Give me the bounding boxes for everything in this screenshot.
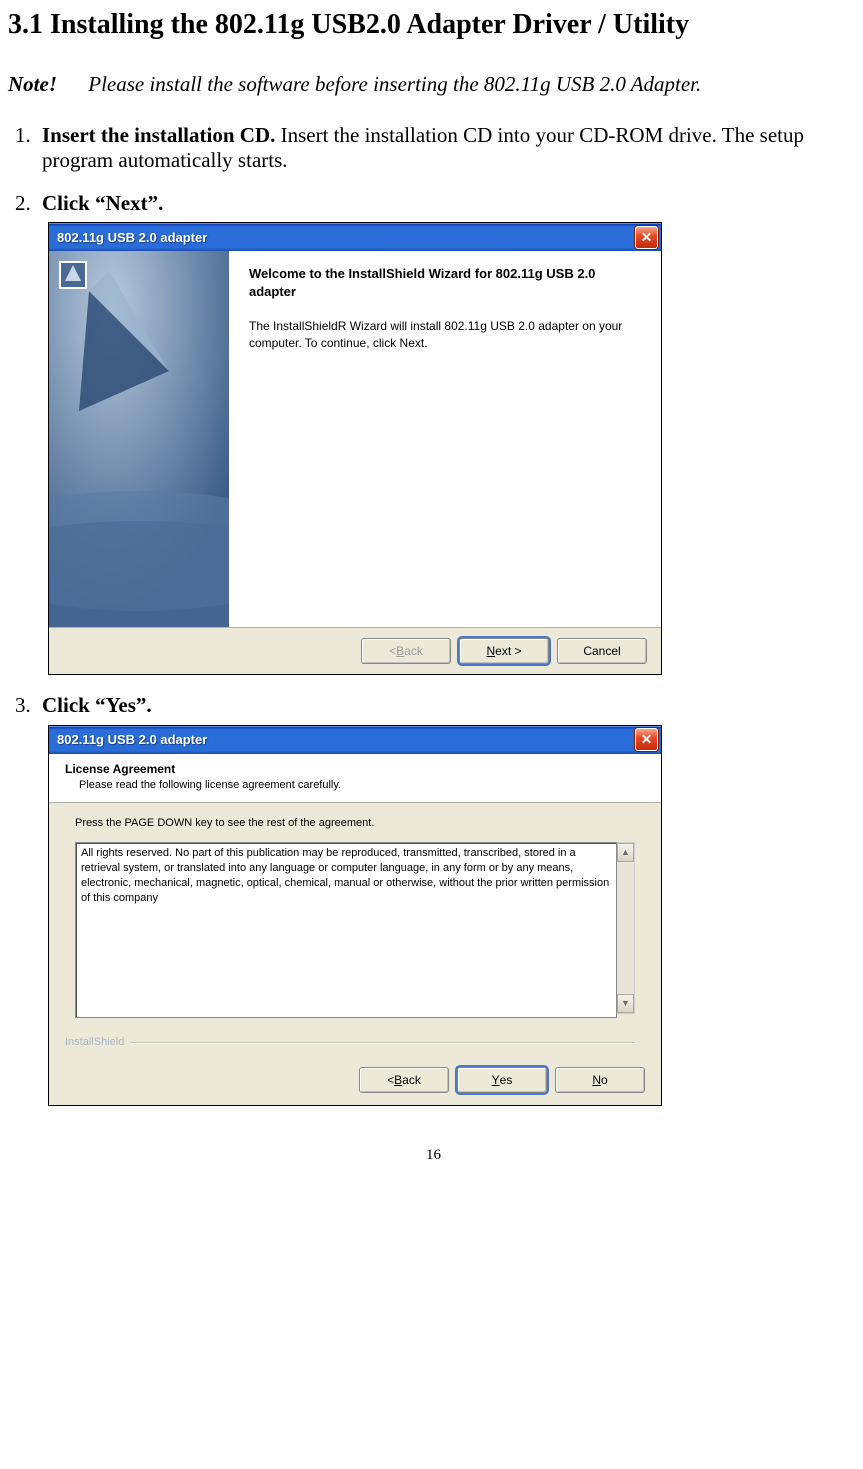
yes-label-suffix: es	[500, 1073, 513, 1087]
scroll-down-icon[interactable]: ▼	[617, 994, 634, 1013]
license-text: All rights reserved. No part of this pub…	[81, 847, 609, 904]
step-2-bold: Click “Next”.	[42, 191, 163, 215]
cancel-button[interactable]: Cancel	[557, 638, 647, 664]
titlebar: 802.11g USB 2.0 adapter ✕	[49, 223, 661, 251]
next-button[interactable]: Next >	[459, 638, 549, 664]
back-label-prefix: <	[389, 644, 396, 658]
step-3-bold: Click “Yes”.	[42, 693, 152, 717]
window-title: 802.11g USB 2.0 adapter	[57, 230, 635, 246]
no-label-suffix: o	[601, 1073, 608, 1087]
step-2: Click “Next”. 802.11g USB 2.0 adapter ✕	[36, 191, 859, 675]
back-label-suffix: ack	[402, 1073, 421, 1087]
header-title: License Agreement	[65, 762, 645, 776]
note-label: Note!	[8, 72, 83, 96]
back-label-suffix: ack	[404, 644, 423, 658]
yes-label-u: Y	[492, 1073, 500, 1087]
step-3: Click “Yes”. 802.11g USB 2.0 adapter ✕ L…	[36, 693, 859, 1106]
no-label-u: N	[592, 1073, 601, 1087]
close-icon: ✕	[641, 229, 653, 246]
back-label-prefix: <	[387, 1073, 394, 1087]
brand-label: InstallShield	[65, 1036, 130, 1049]
cancel-label: Cancel	[583, 644, 620, 658]
button-bar: < Back Yes No	[49, 1057, 661, 1105]
wizard-heading: Welcome to the InstallShield Wizard for …	[249, 265, 641, 300]
step-1-bold: Insert the installation CD.	[42, 123, 275, 147]
button-bar: < Back Next > Cancel	[49, 627, 661, 674]
section-heading: 3.1 Installing the 802.11g USB2.0 Adapte…	[8, 8, 859, 42]
installer-window-license: 802.11g USB 2.0 adapter ✕ License Agreem…	[48, 725, 662, 1107]
banner-image	[49, 251, 229, 627]
titlebar: 802.11g USB 2.0 adapter ✕	[49, 726, 661, 754]
wizard-paragraph: The InstallShieldR Wizard will install 8…	[249, 318, 641, 350]
next-label-suffix: ext >	[495, 644, 521, 658]
wizard-header: License Agreement Please read the follow…	[49, 754, 661, 804]
installer-window-welcome: 802.11g USB 2.0 adapter ✕	[48, 222, 662, 675]
scrollbar[interactable]: ▲ ▼	[617, 842, 635, 1014]
yes-button[interactable]: Yes	[457, 1067, 547, 1093]
close-button[interactable]: ✕	[635, 728, 658, 751]
divider	[130, 1042, 635, 1043]
no-button[interactable]: No	[555, 1067, 645, 1093]
note-line: Note! Please install the software before…	[8, 72, 859, 97]
window-title: 802.11g USB 2.0 adapter	[57, 732, 635, 748]
back-label-u: B	[396, 644, 404, 658]
license-textbox[interactable]: All rights reserved. No part of this pub…	[75, 842, 617, 1018]
header-subtitle: Please read the following license agreem…	[65, 779, 645, 792]
scroll-up-icon[interactable]: ▲	[617, 843, 634, 862]
close-button[interactable]: ✕	[635, 226, 658, 249]
back-button[interactable]: < Back	[359, 1067, 449, 1093]
instruction-text: Press the PAGE DOWN key to see the rest …	[75, 817, 635, 830]
note-text: Please install the software before inser…	[88, 72, 701, 96]
step-1: Insert the installation CD. Insert the i…	[36, 123, 859, 173]
next-label-u: N	[486, 644, 495, 658]
close-icon: ✕	[641, 731, 653, 748]
back-label-u: B	[394, 1073, 402, 1087]
page-number: 16	[8, 1146, 859, 1164]
back-button: < Back	[361, 638, 451, 664]
